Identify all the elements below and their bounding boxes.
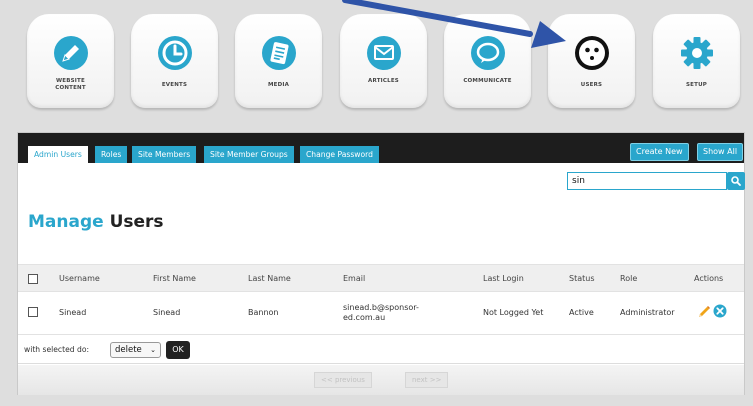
edit-pencil-icon[interactable] (697, 305, 711, 319)
page-title-main: Users (109, 212, 164, 232)
bulk-action-selected-value: delete (115, 345, 142, 355)
cell-username: Sinead (59, 308, 87, 317)
bulk-action-label: with selected do: (24, 345, 90, 354)
bulk-action-bar: with selected do: delete ⌄ OK (18, 336, 744, 364)
show-all-button[interactable]: Show All (697, 143, 744, 161)
tab-roles[interactable]: Roles (95, 146, 128, 163)
module-bar: WEBSITE CONTENT EVENTS MEDIA ARTICLES CO… (0, 0, 753, 118)
tab-site-member-groups[interactable]: Site Member Groups (204, 146, 294, 163)
search-button[interactable] (727, 172, 745, 190)
module-label: MEDIA (267, 82, 290, 88)
module-articles[interactable]: ARTICLES (340, 14, 427, 108)
module-label: USERS (580, 82, 603, 88)
module-label: SETUP (686, 82, 707, 88)
admin-users-panel: Admin Users Roles Site Members Site Memb… (17, 132, 745, 395)
cell-email-line1: sinead.b@sponsor- (343, 303, 419, 312)
row-checkbox[interactable] (28, 307, 38, 317)
module-label: ARTICLES (368, 78, 399, 84)
search-icon (731, 176, 741, 186)
module-website-content[interactable]: WEBSITE CONTENT (27, 14, 114, 108)
column-header-username[interactable]: Username (59, 265, 100, 293)
select-all-checkbox[interactable] (28, 274, 38, 284)
cell-last-name: Bannon (248, 308, 279, 317)
column-header-first-name[interactable]: First Name (153, 265, 196, 293)
tab-admin-users[interactable]: Admin Users (28, 146, 88, 163)
column-header-last-name[interactable]: Last Name (248, 265, 291, 293)
module-setup[interactable]: SETUP (653, 14, 740, 108)
cell-status: Active (569, 308, 594, 317)
document-icon (261, 36, 296, 70)
envelope-icon (366, 36, 401, 70)
cell-first-name: Sinead (153, 308, 181, 317)
cell-last-login: Not Logged Yet (483, 308, 544, 317)
module-label: EVENTS (161, 82, 188, 88)
pagination: << previous next >> (18, 365, 744, 395)
search-input[interactable] (567, 172, 727, 190)
module-media[interactable]: MEDIA (235, 14, 322, 108)
speech-bubble-icon (470, 36, 505, 70)
module-events[interactable]: EVENTS (131, 14, 218, 108)
delete-x-icon[interactable] (713, 304, 727, 318)
page-title-accent: Manage (28, 212, 104, 232)
gear-icon (680, 37, 713, 69)
bulk-ok-button[interactable]: OK (166, 341, 190, 359)
table-header: Username First Name Last Name Email Last… (18, 264, 744, 292)
chevron-down-icon: ⌄ (150, 346, 156, 354)
pencil-icon (53, 36, 88, 70)
face-icon (574, 36, 609, 70)
column-header-email[interactable]: Email (343, 265, 365, 293)
column-header-role[interactable]: Role (620, 265, 637, 293)
next-page-button[interactable]: next >> (405, 372, 449, 388)
tab-site-members[interactable]: Site Members (132, 146, 197, 163)
tab-bar: Admin Users Roles Site Members Site Memb… (18, 133, 744, 163)
module-users[interactable]: USERS (548, 14, 635, 108)
create-new-button[interactable]: Create New (630, 143, 689, 161)
bulk-action-select[interactable]: delete ⌄ (110, 342, 161, 358)
column-header-status[interactable]: Status (569, 265, 595, 293)
clock-icon (157, 36, 192, 70)
column-header-last-login[interactable]: Last Login (483, 265, 524, 293)
table-row: Sinead Sinead Bannon sinead.b@sponsor- e… (18, 293, 744, 335)
column-header-actions: Actions (694, 274, 724, 283)
tab-change-password[interactable]: Change Password (300, 146, 379, 163)
previous-page-button[interactable]: << previous (314, 372, 372, 388)
module-label-line2: CONTENT (55, 85, 86, 91)
cell-role: Administrator (620, 308, 675, 317)
page-title: Manage Users (28, 212, 164, 232)
cell-email: sinead.b@sponsor- ed.com.au (343, 303, 419, 323)
module-label: COMMUNICATE (463, 78, 512, 84)
module-label-line1: WEBSITE (56, 78, 85, 84)
module-communicate[interactable]: COMMUNICATE (444, 14, 531, 108)
cell-email-line2: ed.com.au (343, 313, 386, 322)
